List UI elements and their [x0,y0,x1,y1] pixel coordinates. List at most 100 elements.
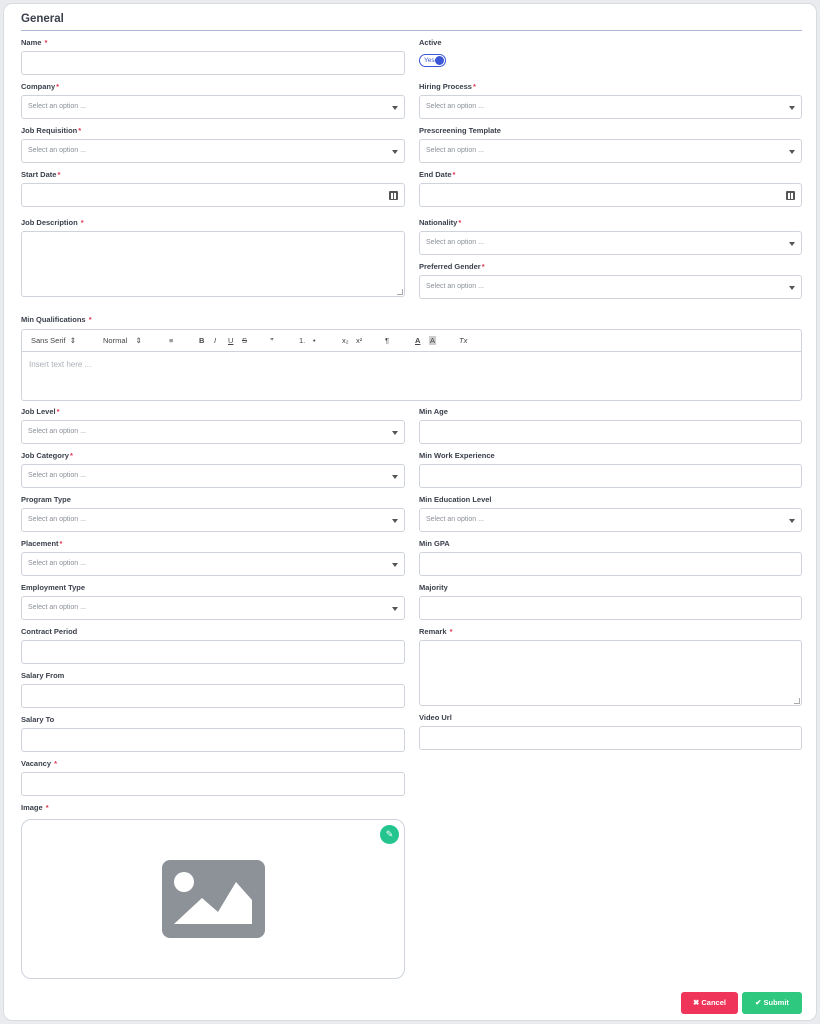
contract-period-input[interactable] [21,640,405,664]
prescreening-template-placeholder: Select an option ... [426,147,484,154]
rich-text-editor[interactable]: Sans Serif ⇕ Normal ⇕ ≡ B I U S ” 1. • x… [21,329,802,401]
prescreening-template-label: Prescreening Template [419,126,501,135]
job-level-select[interactable]: Select an option ... [21,420,405,444]
remark-label: Remark * [419,627,453,636]
nationality-label: Nationality* [419,218,462,227]
underline-icon[interactable]: U [228,336,233,345]
job-category-select[interactable]: Select an option ... [21,464,405,488]
min-age-input[interactable] [419,420,802,444]
salary-from-label: Salary From [21,671,65,680]
editor-placeholder: Insert text here ... [29,360,92,369]
chevron-down-icon [392,475,398,479]
min-work-experience-input[interactable] [419,464,802,488]
salary-to-input[interactable] [21,728,405,752]
preferred-gender-label: Preferred Gender* [419,262,485,271]
company-select[interactable]: Select an option ... [21,95,405,119]
program-type-select[interactable]: Select an option ... [21,508,405,532]
remark-textarea[interactable] [419,640,802,706]
superscript-icon[interactable]: x² [356,336,362,345]
company-placeholder: Select an option ... [28,103,86,110]
majority-input[interactable] [419,596,802,620]
calendar-icon[interactable] [389,191,398,200]
end-date-input[interactable] [419,183,802,207]
placement-select[interactable]: Select an option ... [21,552,405,576]
edit-icon[interactable]: ✎ [380,825,399,844]
resize-handle[interactable] [397,289,403,295]
submit-label: Submit [763,998,789,1007]
nationality-placeholder: Select an option ... [426,239,484,246]
chevron-down-icon [789,242,795,246]
end-date-label: End Date* [419,170,456,179]
placement-label: Placement* [21,539,63,548]
section-divider [21,30,802,31]
check-icon: ✔ [755,998,762,1007]
start-date-input[interactable] [21,183,405,207]
strike-icon[interactable]: S [242,336,247,345]
hiring-process-label: Hiring Process* [419,82,476,91]
close-icon: ✖ [693,998,700,1007]
active-label: Active [419,38,442,47]
salary-from-input[interactable] [21,684,405,708]
video-url-input[interactable] [419,726,802,750]
vacancy-label: Vacancy * [21,759,58,768]
employment-type-placeholder: Select an option ... [28,604,86,611]
bullet-list-icon[interactable]: • [313,336,316,345]
min-education-level-label: Min Education Level [419,495,492,504]
vacancy-input[interactable] [21,772,405,796]
job-category-label: Job Category* [21,451,73,460]
chevron-down-icon [392,150,398,154]
prescreening-template-select[interactable]: Select an option ... [419,139,802,163]
preferred-gender-select[interactable]: Select an option ... [419,275,802,299]
active-toggle[interactable]: Yes [419,54,446,67]
chevron-down-icon [789,106,795,110]
bold-icon[interactable]: B [199,336,204,345]
font-family-select[interactable]: Sans Serif ⇕ [31,336,76,345]
job-description-textarea[interactable] [21,231,405,297]
text-direction-icon[interactable]: ¶ [385,336,389,345]
nationality-select[interactable]: Select an option ... [419,231,802,255]
min-gpa-input[interactable] [419,552,802,576]
image-upload-box[interactable]: ✎ [21,819,405,979]
resize-handle[interactable] [794,698,800,704]
min-work-experience-label: Min Work Experience [419,451,495,460]
name-label: Name * [21,38,48,47]
majority-label: Majority [419,583,448,592]
job-requisition-label: Job Requisition* [21,126,82,135]
chevron-down-icon [789,150,795,154]
job-level-placeholder: Select an option ... [28,428,86,435]
cancel-label: Cancel [701,998,726,1007]
calendar-icon[interactable] [786,191,795,200]
program-type-placeholder: Select an option ... [28,516,86,523]
hiring-process-select[interactable]: Select an option ... [419,95,802,119]
cancel-button[interactable]: ✖ Cancel [681,992,738,1014]
blockquote-icon[interactable]: ” [270,336,274,345]
align-icon[interactable]: ≡ [169,336,173,345]
chevron-down-icon [392,431,398,435]
placement-placeholder: Select an option ... [28,560,86,567]
job-requisition-select[interactable]: Select an option ... [21,139,405,163]
min-education-level-select[interactable]: Select an option ... [419,508,802,532]
form-card: General Name * Active Yes Company* Selec… [3,3,817,1021]
min-education-level-placeholder: Select an option ... [426,516,484,523]
contract-period-label: Contract Period [21,627,78,636]
preferred-gender-placeholder: Select an option ... [426,283,484,290]
image-mountain-shape [174,882,252,924]
chevron-down-icon [392,607,398,611]
image-placeholder-icon [162,860,265,938]
chevron-down-icon [789,519,795,523]
min-qualifications-label: Min Qualifications * [21,315,92,324]
submit-button[interactable]: ✔ Submit [742,992,802,1014]
name-input[interactable] [21,51,405,75]
job-level-label: Job Level* [21,407,60,416]
program-type-label: Program Type [21,495,71,504]
italic-icon[interactable]: I [214,336,216,345]
employment-type-select[interactable]: Select an option ... [21,596,405,620]
background-color-icon[interactable]: A [429,336,437,345]
clear-format-icon[interactable]: Tx [459,336,467,345]
min-age-label: Min Age [419,407,448,416]
text-color-icon[interactable]: A [415,336,420,345]
ordered-list-icon[interactable]: 1. [299,336,305,345]
font-size-select[interactable]: Normal ⇕ [103,336,142,345]
salary-to-label: Salary To [21,715,55,724]
subscript-icon[interactable]: x₂ [342,336,349,345]
